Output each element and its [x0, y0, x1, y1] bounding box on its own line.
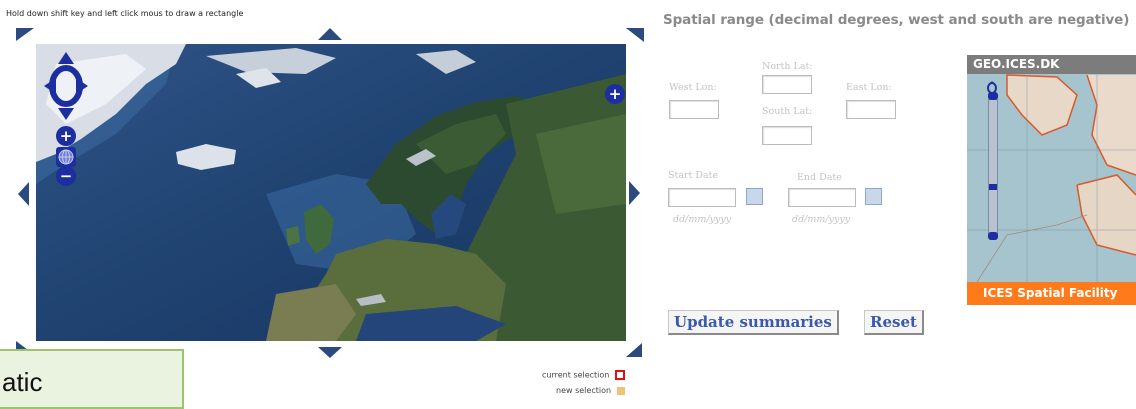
- end-date-input[interactable]: [788, 188, 856, 207]
- pan-east-arrow[interactable]: [629, 181, 640, 205]
- north-lat-label: North Lat:: [762, 61, 813, 72]
- zoom-control: + −: [54, 126, 78, 188]
- pan-control-icon[interactable]: [44, 52, 88, 120]
- legend-current: current selection: [542, 370, 625, 380]
- mini-zoom-slider[interactable]: [988, 92, 998, 240]
- callout-box: atic: [0, 349, 184, 409]
- end-date-label: End Date: [797, 172, 842, 183]
- zoom-out-icon[interactable]: −: [56, 166, 76, 186]
- layer-switcher-icon[interactable]: +: [605, 84, 625, 104]
- spatial-range-title: Spatial range (decimal degrees, west and…: [663, 12, 1130, 28]
- mini-map-footer: ICES Spatial Facility: [967, 282, 1136, 305]
- mini-map-footer-text: ICES Spatial Facility: [983, 286, 1118, 300]
- east-lon-label: East Lon:: [846, 82, 892, 93]
- start-calendar-icon[interactable]: [746, 188, 763, 205]
- legend-new: new selection: [556, 386, 625, 395]
- end-calendar-icon[interactable]: [865, 188, 882, 205]
- start-date-label: Start Date: [668, 170, 719, 181]
- globe-icon[interactable]: [56, 147, 76, 167]
- south-lat-input[interactable]: [762, 126, 812, 145]
- start-date-format: dd/mm/yyyy: [673, 214, 732, 225]
- mini-map-header: GEO.ICES.DK: [967, 55, 1136, 74]
- mini-zoom-out-icon[interactable]: [988, 232, 998, 240]
- west-lon-input[interactable]: [669, 100, 719, 119]
- legend-current-swatch: [614, 370, 625, 380]
- pan-south-east-arrow[interactable]: [626, 343, 642, 357]
- legend-current-label: current selection: [542, 370, 610, 380]
- pan-north-west-arrow[interactable]: [16, 28, 34, 41]
- mini-map-title: GEO.ICES.DK: [973, 57, 1060, 71]
- update-summaries-button[interactable]: Update summaries: [668, 310, 839, 335]
- start-date-input[interactable]: [668, 188, 736, 207]
- legend-new-label: new selection: [556, 386, 612, 395]
- end-date-format: dd/mm/yyyy: [792, 214, 851, 225]
- callout-text: atic: [2, 367, 43, 397]
- pan-north-east-arrow[interactable]: [626, 28, 644, 42]
- east-lon-input[interactable]: [846, 100, 896, 119]
- pan-south-arrow[interactable]: [318, 347, 342, 358]
- pan-north-arrow[interactable]: [318, 28, 342, 40]
- mini-zoom-handle[interactable]: [989, 184, 997, 190]
- zoom-in-icon[interactable]: +: [56, 126, 76, 146]
- south-lat-label: South Lat:: [762, 106, 813, 117]
- legend-new-swatch: [616, 386, 625, 395]
- map-terrain-graphic: [36, 44, 626, 341]
- reset-button[interactable]: Reset: [864, 310, 924, 335]
- map-instructions: Hold down shift key and left click mous …: [6, 9, 244, 18]
- ices-mini-map[interactable]: GEO.ICES.DK ICES Spatial Facility: [967, 55, 1136, 305]
- satellite-map[interactable]: [36, 44, 626, 341]
- north-lat-input[interactable]: [762, 75, 812, 94]
- west-lon-label: West Lon:: [669, 82, 717, 93]
- pan-west-arrow[interactable]: [18, 182, 29, 206]
- mini-zoom-in-icon[interactable]: [988, 92, 998, 100]
